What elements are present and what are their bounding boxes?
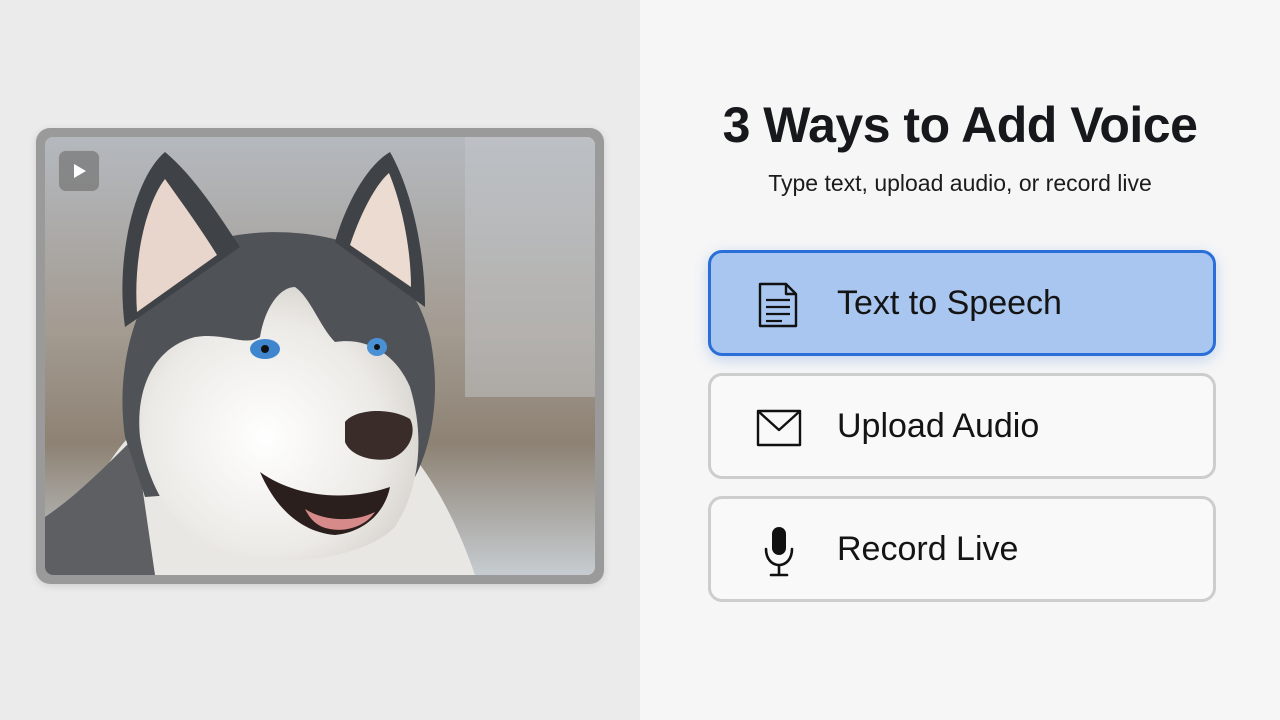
microphone-icon <box>755 527 803 577</box>
option-record-live[interactable]: Record Live <box>708 496 1216 602</box>
play-icon <box>74 164 86 178</box>
option-text-to-speech[interactable]: Text to Speech <box>708 250 1216 356</box>
option-label: Text to Speech <box>837 283 1062 322</box>
husky-photo <box>45 137 595 575</box>
page-subtitle: Type text, upload audio, or record live <box>768 170 1152 196</box>
option-label: Record Live <box>837 529 1019 568</box>
preview-panel <box>0 0 640 720</box>
envelope-icon <box>755 404 803 452</box>
video-preview[interactable] <box>45 137 595 575</box>
option-label: Upload Audio <box>837 406 1040 445</box>
option-upload-audio[interactable]: Upload Audio <box>708 373 1216 479</box>
options-panel: 3 Ways to Add Voice Type text, upload au… <box>640 0 1280 720</box>
page-title: 3 Ways to Add Voice <box>722 97 1198 153</box>
document-icon <box>755 281 803 329</box>
page: 3 Ways to Add Voice Type text, upload au… <box>0 0 1280 720</box>
play-button[interactable] <box>58 150 100 192</box>
video-player[interactable] <box>36 128 604 584</box>
